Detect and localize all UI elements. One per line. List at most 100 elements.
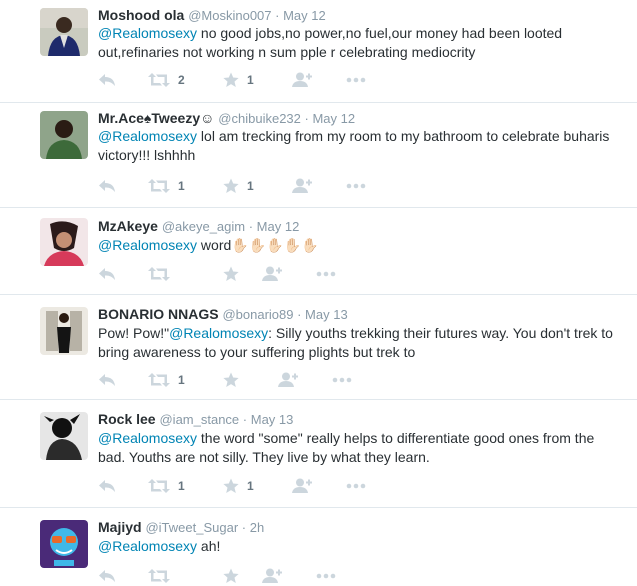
follow-icon xyxy=(292,72,312,87)
tweet-body: word✋🏻✋🏻✋🏻✋🏻✋🏻 xyxy=(197,237,319,253)
retweet-icon xyxy=(148,179,170,193)
tweet[interactable]: Mr.Ace♠Tweezy☺ @chibuike232 · May 12 @Re… xyxy=(0,103,637,208)
retweet-icon xyxy=(148,73,170,87)
reply-button[interactable] xyxy=(98,370,116,390)
favorite-button[interactable]: 1 xyxy=(223,476,254,496)
more-button[interactable] xyxy=(346,476,366,496)
reply-button[interactable] xyxy=(98,176,116,196)
tweet-date[interactable]: May 12 xyxy=(312,111,355,126)
user-name[interactable]: Moshood ola xyxy=(98,7,184,23)
follow-button[interactable] xyxy=(292,70,312,90)
retweet-count: 1 xyxy=(178,373,185,387)
follow-button[interactable] xyxy=(262,264,282,284)
tweet[interactable]: BONARIO NNAGS @bonario89 · May 13 Pow! P… xyxy=(0,295,637,400)
reply-button[interactable] xyxy=(98,476,116,496)
avatar[interactable] xyxy=(40,218,88,266)
mention-link[interactable]: @Realomosexy xyxy=(98,430,197,446)
avatar[interactable] xyxy=(40,8,88,56)
avatar[interactable] xyxy=(40,412,88,460)
reply-button[interactable] xyxy=(98,70,116,90)
favorite-button[interactable] xyxy=(223,566,247,586)
tweet[interactable]: Moshood ola @Moskino007 · May 12 @Realom… xyxy=(0,0,637,103)
user-handle[interactable]: @bonario89 xyxy=(222,307,293,322)
avatar[interactable] xyxy=(40,111,88,159)
user-handle[interactable]: @chibuike232 xyxy=(218,111,301,126)
user-name[interactable]: Mr.Ace♠Tweezy☺ xyxy=(98,110,214,126)
tweet-date[interactable]: May 13 xyxy=(251,412,294,427)
tweet-text: @Realomosexy the word "some" really help… xyxy=(98,429,617,467)
favorite-icon xyxy=(223,266,239,281)
follow-button[interactable] xyxy=(278,370,298,390)
more-icon xyxy=(316,271,336,277)
user-handle[interactable]: @iam_stance xyxy=(159,412,239,427)
tweet-header: BONARIO NNAGS @bonario89 · May 13 xyxy=(98,305,627,324)
favorite-button[interactable] xyxy=(223,370,247,390)
retweet-button[interactable]: 1 xyxy=(148,370,185,390)
more-button[interactable] xyxy=(346,176,366,196)
favorite-button[interactable]: 1 xyxy=(223,176,254,196)
favorite-icon xyxy=(223,72,239,87)
tweet-actions xyxy=(98,264,398,284)
mention-link[interactable]: @Realomosexy xyxy=(98,128,197,144)
tweet-text: @Realomosexy word✋🏻✋🏻✋🏻✋🏻✋🏻 xyxy=(98,236,617,255)
user-name[interactable]: Rock lee xyxy=(98,411,156,427)
separator: · xyxy=(293,307,306,322)
favorite-button[interactable] xyxy=(223,264,247,284)
tweet-date[interactable]: May 12 xyxy=(257,219,300,234)
more-button[interactable] xyxy=(316,566,336,586)
user-handle[interactable]: @Moskino007 xyxy=(188,8,271,23)
tweet[interactable]: Majiyd @iTweet_Sugar · 2h @Realomosexy a… xyxy=(0,508,637,583)
mention-link[interactable]: @Realomosexy xyxy=(98,237,197,253)
reply-icon xyxy=(99,268,115,280)
follow-button[interactable] xyxy=(292,176,312,196)
user-handle[interactable]: @akeye_agim xyxy=(162,219,245,234)
retweet-button[interactable] xyxy=(148,264,178,284)
retweet-button[interactable]: 1 xyxy=(148,176,185,196)
mention-link[interactable]: @Realomosexy xyxy=(169,325,268,341)
follow-icon xyxy=(292,478,312,493)
follow-button[interactable] xyxy=(262,566,282,586)
tweet-date[interactable]: 2h xyxy=(250,520,264,535)
reply-icon xyxy=(99,570,115,582)
favorite-count: 1 xyxy=(247,73,254,87)
more-button[interactable] xyxy=(346,70,366,90)
user-name[interactable]: MzAkeye xyxy=(98,218,158,234)
reply-icon xyxy=(99,374,115,386)
retweet-button[interactable]: 1 xyxy=(148,476,185,496)
tweet-header: Rock lee @iam_stance · May 13 xyxy=(98,410,627,429)
more-button[interactable] xyxy=(332,370,352,390)
retweet-button[interactable]: 2 xyxy=(148,70,185,90)
user-handle[interactable]: @iTweet_Sugar xyxy=(145,520,238,535)
retweet-button[interactable] xyxy=(148,566,178,586)
tweet-text: @Realomosexy lol am trecking from my roo… xyxy=(98,127,617,165)
follow-button[interactable] xyxy=(292,476,312,496)
tweet-date[interactable]: May 12 xyxy=(283,8,326,23)
tweet-date[interactable]: May 13 xyxy=(305,307,348,322)
tweet-feed: Moshood ola @Moskino007 · May 12 @Realom… xyxy=(0,0,637,583)
user-name[interactable]: BONARIO NNAGS xyxy=(98,306,219,322)
retweet-icon xyxy=(148,373,170,387)
follow-icon xyxy=(278,372,298,387)
tweet-actions: 1 xyxy=(98,370,398,390)
mention-link[interactable]: @Realomosexy xyxy=(98,25,197,41)
more-icon xyxy=(346,483,366,489)
tweet[interactable]: MzAkeye @akeye_agim · May 12 @Realomosex… xyxy=(0,208,637,295)
tweet[interactable]: Rock lee @iam_stance · May 13 @Realomose… xyxy=(0,400,637,508)
reply-icon xyxy=(99,180,115,192)
more-button[interactable] xyxy=(316,264,336,284)
retweet-icon xyxy=(148,267,170,281)
tweet-header: Majiyd @iTweet_Sugar · 2h xyxy=(98,518,627,537)
reply-button[interactable] xyxy=(98,264,116,284)
reply-icon xyxy=(99,74,115,86)
tweet-actions xyxy=(98,566,398,586)
favorite-button[interactable]: 1 xyxy=(223,70,254,90)
retweet-count: 1 xyxy=(178,479,185,493)
avatar[interactable] xyxy=(40,307,88,355)
separator: · xyxy=(245,219,257,234)
reply-button[interactable] xyxy=(98,566,116,586)
tweet-text: @Realomosexy ah! xyxy=(98,537,617,556)
user-name[interactable]: Majiyd xyxy=(98,519,142,535)
avatar[interactable] xyxy=(40,520,88,568)
more-icon xyxy=(346,183,366,189)
mention-link[interactable]: @Realomosexy xyxy=(98,538,197,554)
